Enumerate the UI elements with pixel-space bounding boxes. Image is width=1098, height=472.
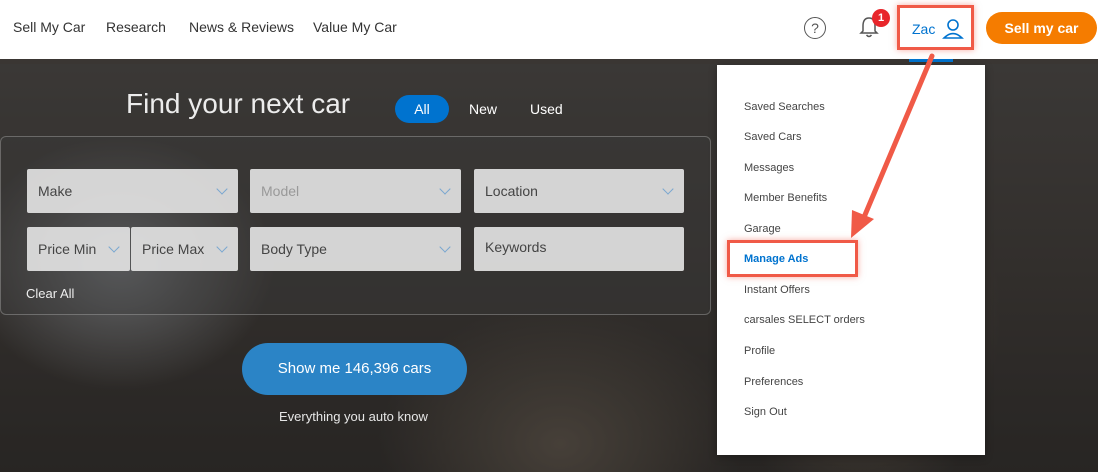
filter-panel: Make Model Location Price Min Price Max …	[0, 136, 711, 315]
tagline: Everything you auto know	[279, 409, 428, 424]
user-icon	[942, 19, 964, 39]
keywords-placeholder: Keywords	[485, 239, 547, 255]
keywords-field[interactable]: Keywords	[474, 227, 684, 271]
menu-item-sign-out[interactable]: Sign Out	[744, 406, 787, 418]
nav-link-value-my-car[interactable]: Value My Car	[313, 19, 397, 35]
chevron-down-icon	[662, 183, 674, 195]
menu-item-select-orders[interactable]: carsales SELECT orders	[744, 314, 865, 326]
body-type-label: Body Type	[261, 241, 327, 257]
manage-ads-highlight	[727, 240, 858, 277]
price-min-select[interactable]: Price Min	[27, 227, 130, 271]
nav-link-sell-my-car[interactable]: Sell My Car	[13, 19, 85, 35]
price-max-select[interactable]: Price Max	[131, 227, 238, 271]
price-max-label: Price Max	[142, 241, 205, 257]
chevron-down-icon	[216, 183, 228, 195]
help-icon[interactable]: ?	[804, 17, 826, 39]
tab-new[interactable]: New	[469, 101, 497, 117]
chevron-down-icon	[439, 183, 451, 195]
chevron-down-icon	[108, 241, 120, 253]
tab-used[interactable]: Used	[530, 101, 563, 117]
tab-all[interactable]: All	[395, 95, 449, 123]
model-label: Model	[261, 183, 300, 199]
clear-all-link[interactable]: Clear All	[26, 286, 74, 301]
chevron-down-icon	[216, 241, 228, 253]
notification-badge: 1	[872, 9, 890, 27]
nav-link-research[interactable]: Research	[106, 19, 166, 35]
make-label: Make	[38, 183, 73, 199]
top-navigation: Sell My Car Research News & Reviews Valu…	[0, 0, 1098, 59]
menu-item-saved-cars[interactable]: Saved Cars	[744, 131, 801, 143]
menu-item-profile[interactable]: Profile	[744, 345, 775, 357]
menu-item-messages[interactable]: Messages	[744, 162, 794, 174]
menu-item-saved-searches[interactable]: Saved Searches	[744, 101, 825, 113]
price-min-label: Price Min	[38, 241, 97, 257]
menu-item-preferences[interactable]: Preferences	[744, 376, 803, 388]
user-account-button[interactable]: Zac	[897, 5, 974, 50]
chevron-down-icon	[439, 241, 451, 253]
nav-link-news-reviews[interactable]: News & Reviews	[189, 19, 294, 35]
menu-item-garage[interactable]: Garage	[744, 223, 781, 235]
model-select[interactable]: Model	[250, 169, 461, 213]
location-select[interactable]: Location	[474, 169, 684, 213]
menu-item-member-benefits[interactable]: Member Benefits	[744, 192, 827, 204]
menu-item-instant-offers[interactable]: Instant Offers	[744, 284, 810, 296]
hero-title: Find your next car	[126, 88, 351, 119]
location-label: Location	[485, 183, 538, 199]
body-type-select[interactable]: Body Type	[250, 227, 461, 271]
show-cars-button[interactable]: Show me 146,396 cars	[242, 343, 467, 395]
user-name: Zac	[912, 21, 936, 37]
make-select[interactable]: Make	[27, 169, 238, 213]
sell-my-car-button[interactable]: Sell my car	[986, 12, 1097, 44]
active-indicator	[909, 59, 953, 62]
